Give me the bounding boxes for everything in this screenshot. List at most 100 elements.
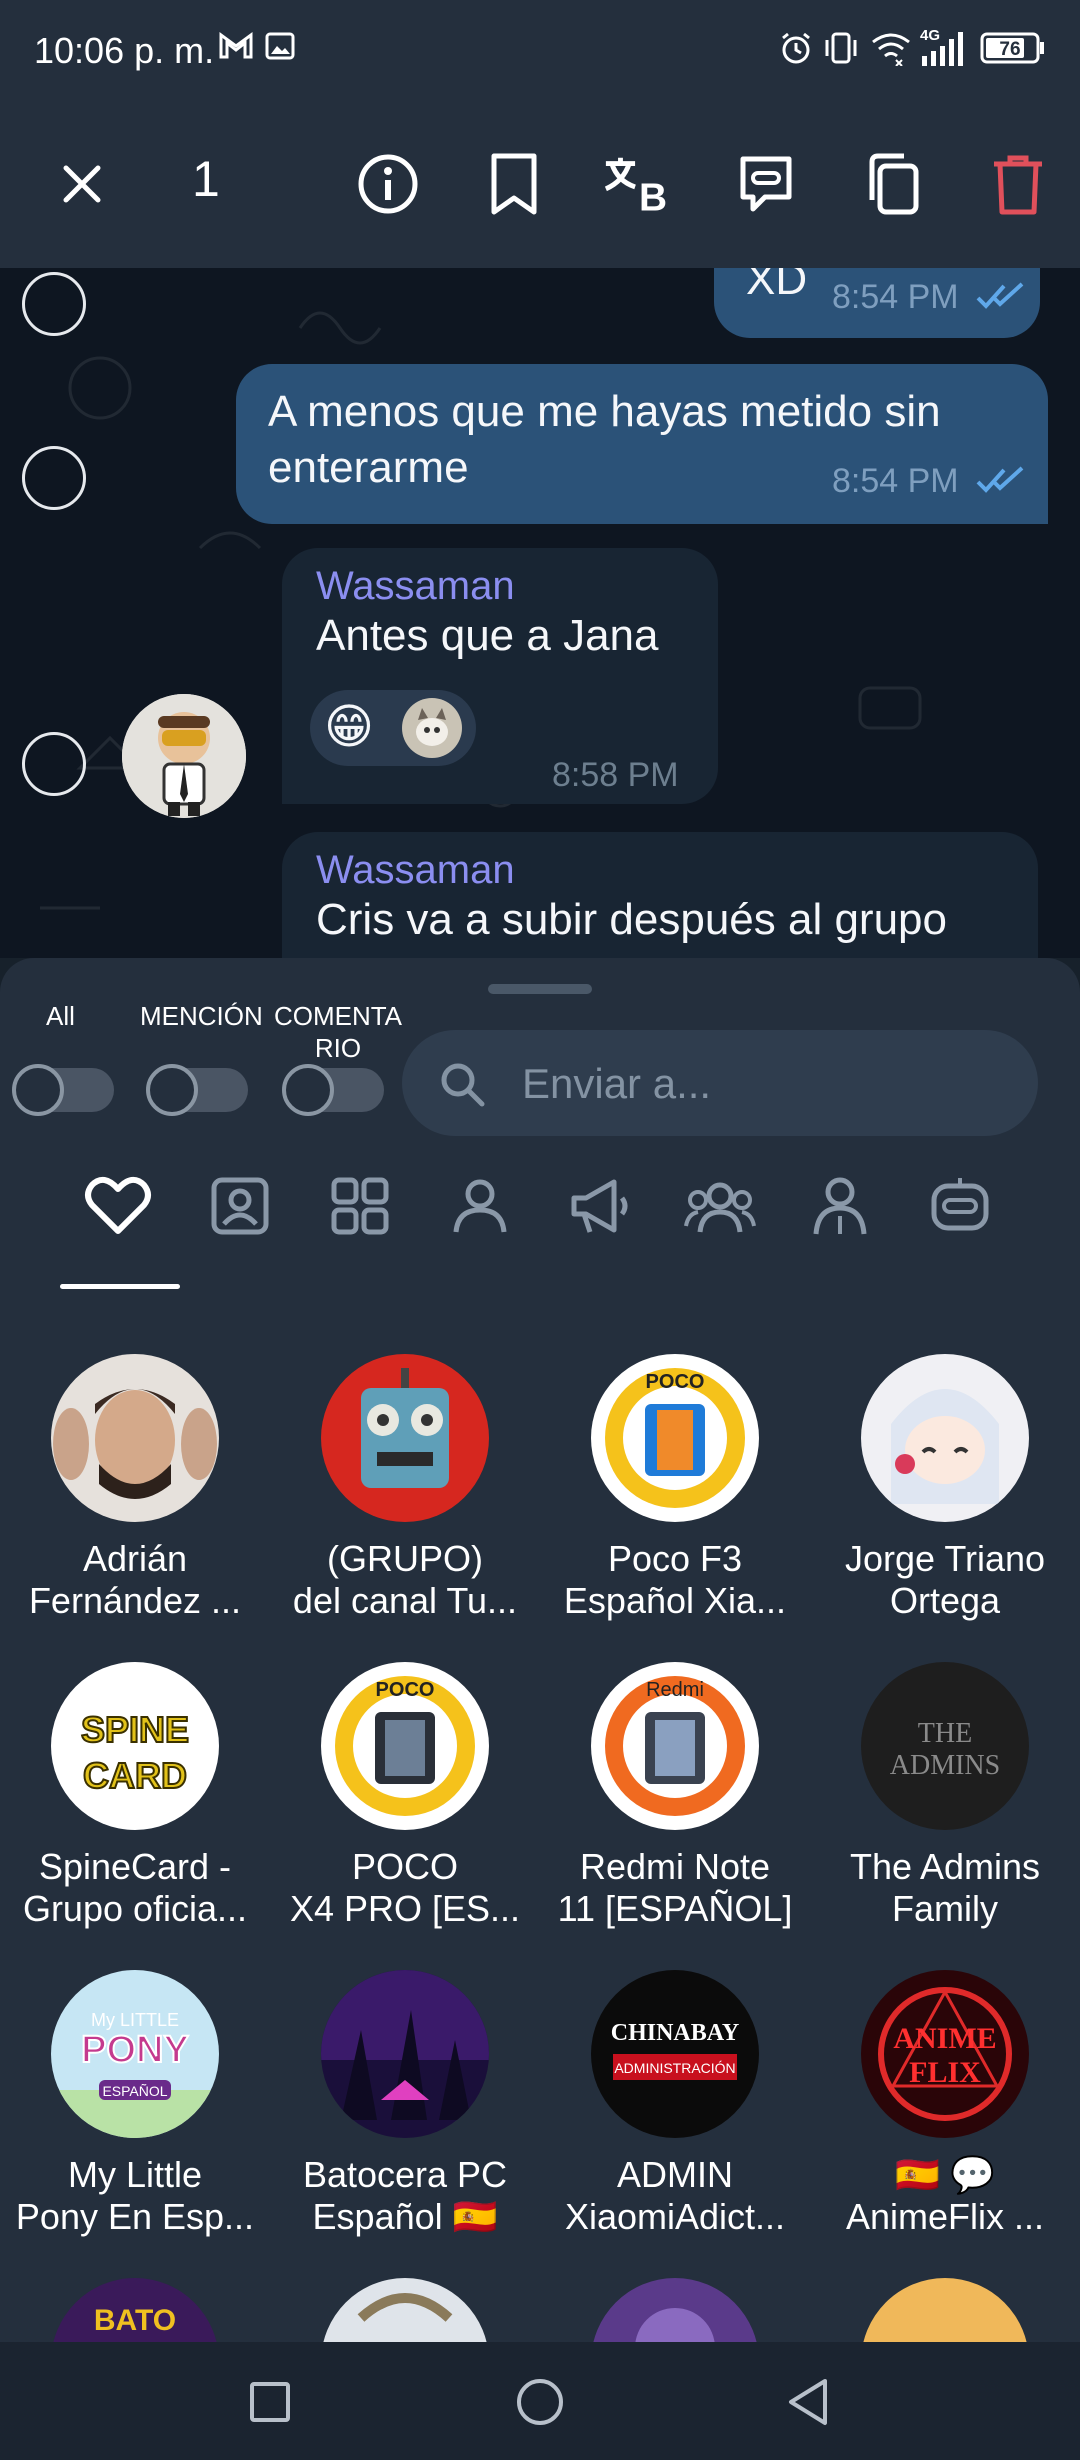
contact-name-line: Español 🇪🇸 [312, 2196, 498, 2237]
user-icon [813, 1177, 867, 1235]
bookmark-button[interactable] [478, 148, 550, 220]
tab-groups[interactable] [682, 1168, 758, 1244]
chat-area: XD 8:54 PM A menos que me hayas metido s… [0, 268, 1080, 958]
contact-name-line: 11 [ESPAÑOL] [557, 1888, 793, 1929]
message-select-checkbox[interactable] [22, 446, 86, 510]
close-selection-button[interactable] [46, 148, 118, 220]
sender-avatar[interactable] [122, 694, 246, 818]
contact-avatar [861, 2278, 1029, 2342]
translate-icon: B [604, 157, 667, 215]
copy-icon [869, 153, 919, 215]
contact-name-line: Jorge Triano [844, 1538, 1046, 1579]
svg-text:ADMINISTRACIÓN: ADMINISTRACIÓN [614, 2060, 735, 2076]
tab-favorites[interactable] [80, 1168, 156, 1244]
contact-name-line: POCO [351, 1846, 458, 1887]
recents-button[interactable] [240, 2372, 300, 2432]
contact-avatar: PONY My LITTLE ESPAÑOL [51, 1970, 219, 2138]
search-input[interactable]: Enviar a... [402, 1030, 1038, 1136]
info-button[interactable] [352, 148, 424, 220]
megaphone-icon [571, 1179, 628, 1233]
battery-icon: 76 [980, 32, 1046, 69]
contact-item[interactable]: POCO POCO X4 PRO [ES... [270, 1662, 540, 1930]
contact-item[interactable]: Redmi Redmi Note 11 [ESPAÑOL] [540, 1662, 810, 1930]
contact-item[interactable] [270, 2278, 540, 2342]
message-select-checkbox[interactable] [22, 732, 86, 796]
message-select-checkbox[interactable] [22, 272, 86, 336]
toggle-label-comment: COMENTA RIO [273, 1001, 403, 1063]
contact-item[interactable]: BATO [0, 2278, 270, 2342]
message-bubble[interactable]: A menos que me hayas metido sin enterarm… [236, 364, 1048, 524]
svg-text:THE: THE [918, 1718, 972, 1749]
reactor-avatar [402, 698, 462, 758]
contact-name-line: Pony En Esp... [15, 2196, 255, 2237]
contact-name-line: My Little [67, 2154, 203, 2195]
trash-icon [994, 155, 1042, 215]
svg-text:CARD: CARD [83, 1755, 187, 1796]
sender-name[interactable]: Wassaman [316, 848, 515, 893]
svg-text:ADMINS: ADMINS [890, 1750, 1000, 1781]
home-button[interactable] [510, 2372, 570, 2432]
read-checkmarks-icon [976, 282, 1024, 309]
bot-icon [931, 1178, 989, 1231]
back-button[interactable] [778, 2372, 838, 2432]
group-icon [684, 1182, 756, 1233]
message-text: Antes que a Jana [316, 611, 659, 660]
contact-item[interactable]: THE ADMINS The Admins Family [810, 1662, 1080, 1930]
tab-channels[interactable] [562, 1168, 638, 1244]
toggle-comment[interactable] [282, 1064, 384, 1116]
sender-name[interactable]: Wassaman [316, 564, 515, 609]
contact-item[interactable]: SPINE CARD SpineCard - Grupo oficia... [0, 1662, 270, 1930]
contact-avatar: CHINABAY ADMINISTRACIÓN [591, 1970, 759, 2138]
circle-icon [517, 2379, 563, 2425]
toggle-all[interactable] [12, 1064, 114, 1116]
contact-avatar: POCO [321, 1662, 489, 1830]
status-bar: 10:06 p. m. 4G 76 [0, 0, 1080, 100]
tab-contacts[interactable] [202, 1168, 278, 1244]
bookmark-icon [491, 153, 537, 215]
contact-name-line: 🇪🇸 💬 [895, 2154, 995, 2195]
contact-name-line: Batocera PC [302, 2154, 508, 2195]
message-bubble[interactable]: Wassaman Antes que a Jana 😁 8:58 PM [282, 548, 718, 804]
square-icon [250, 2382, 290, 2422]
copy-link-button[interactable] [730, 148, 802, 220]
tab-all-chats[interactable] [322, 1168, 398, 1244]
contact-name-line: Poco F3 [607, 1538, 743, 1579]
contact-name-line: Adrián [82, 1538, 188, 1579]
delete-button[interactable] [982, 148, 1054, 220]
svg-text:B: B [639, 176, 667, 215]
contact-name-line: AnimeFlix ... [845, 2196, 1045, 2237]
contact-item[interactable] [540, 2278, 810, 2342]
toggle-mention[interactable] [146, 1064, 248, 1116]
selection-action-bar: 1 B [0, 100, 1080, 268]
contact-avatar [321, 2278, 489, 2342]
contact-item[interactable] [810, 2278, 1080, 2342]
contact-avatar: THE ADMINS [861, 1662, 1029, 1830]
contact-item[interactable]: Batocera PC Español 🇪🇸 [270, 1970, 540, 2238]
translate-button[interactable]: B [602, 148, 674, 220]
contact-item[interactable]: ANIME FLIX 🇪🇸 💬 AnimeFlix ... [810, 1970, 1080, 2238]
tab-bots[interactable] [922, 1168, 998, 1244]
close-icon [63, 165, 101, 203]
contact-avatar [321, 1354, 489, 1522]
contact-item[interactable]: Adrián Fernández ... [0, 1354, 270, 1622]
contact-item[interactable]: PONY My LITTLE ESPAÑOL My Little Pony En E… [0, 1970, 270, 2238]
tab-users[interactable] [442, 1168, 518, 1244]
active-tab-indicator [60, 1284, 180, 1289]
contact-item[interactable]: POCO Poco F3 Español Xia... [540, 1354, 810, 1622]
contact-avatar [321, 1970, 489, 2138]
contact-item[interactable]: Jorge Triano Ortega [810, 1354, 1080, 1622]
contact-name-line: Grupo oficia... [22, 1888, 248, 1929]
contact-card-icon [211, 1177, 269, 1235]
copy-button[interactable] [856, 148, 928, 220]
contact-item[interactable]: (GRUPO) del canal Tu... [270, 1354, 540, 1622]
message-bubble[interactable]: Wassaman Cris va a subir después al grup… [282, 832, 1038, 958]
gallery-icon [264, 30, 296, 67]
selected-count: 1 [192, 151, 220, 207]
contact-name-line: XiaomiAdict... [564, 2196, 786, 2237]
contact-item[interactable]: CHINABAY ADMINISTRACIÓN ADMIN XiaomiAdict… [540, 1970, 810, 2238]
contact-avatar [51, 1354, 219, 1522]
reaction-chip[interactable]: 😁 [310, 690, 476, 766]
tab-private[interactable] [802, 1168, 878, 1244]
sheet-drag-handle[interactable] [488, 984, 592, 994]
message-bubble[interactable]: XD 8:54 PM [714, 268, 1040, 338]
